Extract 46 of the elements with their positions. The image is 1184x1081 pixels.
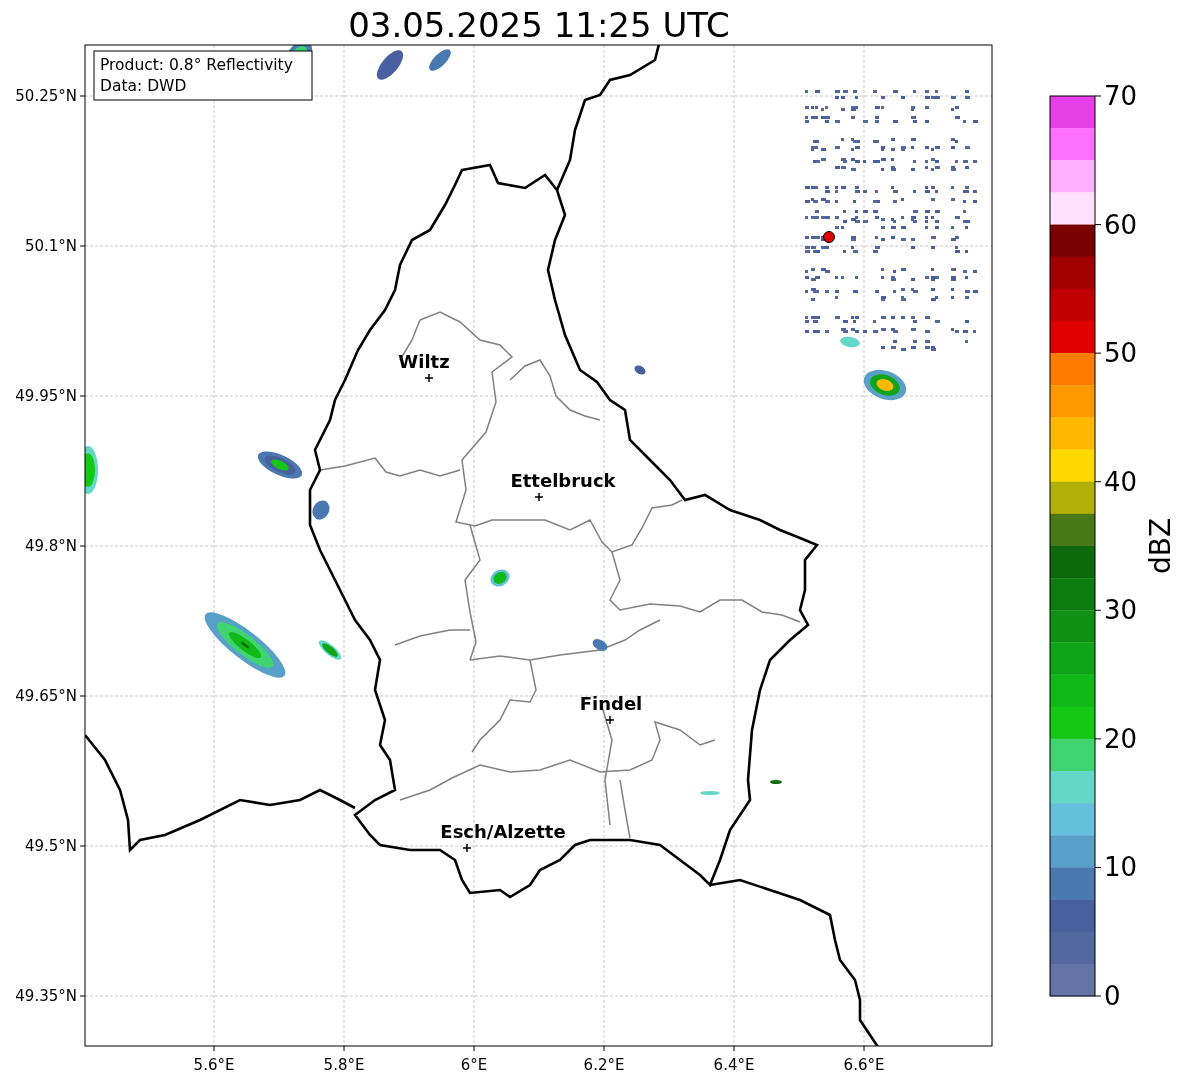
axis-tick-label: 6.4°E [713,1056,755,1074]
colorbar-tick-label: 20 [1104,723,1138,754]
colorbar-tick-label: 0 [1104,981,1121,1011]
city-label: Esch/Alzette [440,821,566,842]
radar-echo [634,365,646,375]
radar-echo [376,50,404,80]
axis-tick-label: 49.5°N [24,837,77,855]
radar-echo [429,49,451,71]
axis-tick-label: 49.8°N [24,537,77,555]
colorbar-tick-label: 50 [1104,338,1138,369]
radar-echo [318,640,342,660]
info-text: Product: 0.8° Reflectivity [100,56,293,74]
radar-echo [592,639,608,651]
axis-tick-label: 5.6°E [193,1056,235,1074]
info-text: Data: DWD [100,77,187,95]
axis-tick-label: 6.6°E [843,1056,885,1074]
axis-tick-label: 6°E [460,1056,488,1074]
city-label: Ettelbruck [510,470,616,491]
axis-tick-label: 49.35°N [15,987,77,1005]
axis-tick-label: 6.2°E [583,1056,625,1074]
colorbar-tick-label: 10 [1104,852,1138,883]
colorbar-tick-label: 60 [1104,209,1138,240]
axis-tick-label: 50.1°N [24,237,77,255]
colorbar-tick-label: 40 [1104,466,1138,497]
city-marker-icon [424,373,434,383]
radar-site-marker [823,231,835,243]
city-marker-icon [605,715,615,725]
colorbar-tick-label: 30 [1104,595,1138,626]
colorbar-label: dBZ [1144,517,1177,575]
radar-echo [85,446,98,494]
radar-echo [490,569,510,587]
city-label: Findel [579,693,643,714]
axis-tick-label: 49.65°N [15,687,77,705]
axis-tick-label: 50.25°N [15,87,77,105]
city-marker-icon [534,492,544,502]
colorbar-tick-label: 70 [1104,81,1138,111]
city-label: Wiltz [398,351,450,372]
axis-tick-label: 49.95°N [15,387,77,405]
axis-tick-label: 5.8°E [323,1056,365,1074]
radar-echo [312,500,330,520]
radar-echo [700,791,720,795]
radar-echo [257,451,303,479]
chart-title: 03.05.2025 11:25 UTC [348,5,730,45]
city-marker-icon [462,843,472,853]
radar-echo [770,780,782,784]
radar-echo [863,369,907,401]
